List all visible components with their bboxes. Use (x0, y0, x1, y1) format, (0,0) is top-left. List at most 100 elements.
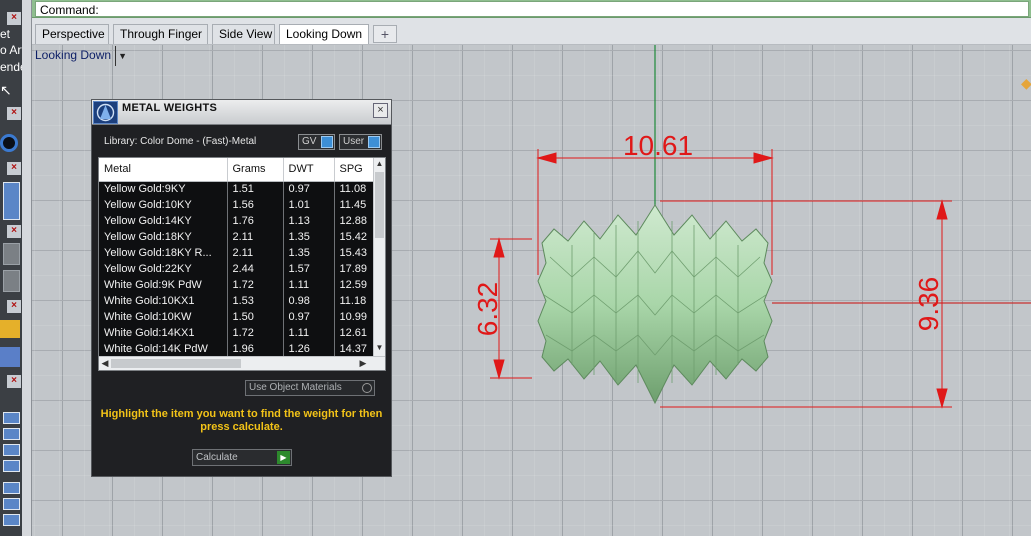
metal-table[interactable]: Metal Grams DWT SPG Yellow Gold:9KY 1.51 0… (98, 157, 386, 371)
scroll-right-icon[interactable]: ▶ (357, 357, 369, 370)
close-icon[interactable]: × (7, 300, 21, 313)
right-height-dimension-label: 9.36 (913, 277, 944, 332)
tab-through-finger[interactable]: Through Finger (113, 24, 208, 44)
table-cell: White Gold:10KX1 (99, 293, 228, 309)
vertical-scrollbar[interactable]: ▲ ▼ (373, 158, 385, 356)
scroll-down-icon[interactable]: ▼ (374, 343, 385, 355)
toolbar-label: o Art (0, 43, 22, 57)
circle-tool-icon[interactable] (0, 134, 18, 152)
horizontal-scrollbar[interactable]: ◀ ▶ (99, 356, 385, 370)
metal-weights-icon[interactable] (0, 347, 20, 367)
layer-tool-icon[interactable] (3, 444, 20, 456)
table-cell: 1.13 (283, 213, 335, 229)
play-icon: ▶ (277, 451, 290, 464)
layer-tool-icon[interactable] (3, 460, 20, 472)
close-button[interactable]: × (373, 103, 388, 118)
tab-perspective[interactable]: Perspective (35, 24, 109, 44)
command-label: Command: (40, 3, 99, 17)
grid-tool-icon[interactable] (3, 270, 20, 292)
table-cell: 1.11 (283, 325, 335, 341)
scroll-thumb[interactable] (375, 172, 384, 238)
use-object-materials-label: Use Object Materials (249, 382, 342, 393)
column-header-grams[interactable]: Grams (227, 158, 284, 182)
view-selector[interactable]: Looking Down ▼ (35, 45, 127, 66)
chevron-down-icon[interactable]: ▼ (115, 46, 127, 66)
table-cell: 1.35 (283, 245, 335, 261)
table-row[interactable]: Yellow Gold:9KY 1.51 0.97 11.08 (99, 181, 385, 197)
table-row[interactable]: White Gold:14KX1 1.72 1.11 12.61 (99, 325, 385, 341)
table-row[interactable]: White Gold:9K PdW 1.72 1.11 12.59 (99, 277, 385, 293)
scroll-up-icon[interactable]: ▲ (374, 159, 385, 171)
table-cell: 1.51 (227, 181, 284, 197)
layer-tool-icon[interactable] (3, 482, 20, 494)
table-cell: 1.01 (283, 197, 335, 213)
table-cell: White Gold:14K PdW (99, 341, 228, 357)
table-row[interactable]: White Gold:10KW 1.50 0.97 10.99 (99, 309, 385, 325)
metal-weights-panel: METAL WEIGHTS × Library: Color Dome - (F… (91, 99, 392, 477)
command-bar: Command: (32, 0, 1031, 18)
left-height-dimension-label: 6.32 (472, 282, 503, 337)
panel-tool-icon[interactable] (3, 182, 20, 220)
layer-tool-icon[interactable] (3, 412, 20, 424)
use-object-materials-toggle[interactable]: Use Object Materials (245, 380, 375, 396)
table-cell: 2.11 (227, 245, 284, 261)
panel-titlebar[interactable]: METAL WEIGHTS × (92, 100, 391, 125)
table-row[interactable]: Yellow Gold:18KY 2.11 1.35 15.42 (99, 229, 385, 245)
panel-title: METAL WEIGHTS (122, 102, 218, 114)
table-cell: 1.72 (227, 277, 284, 293)
table-cell: 1.56 (227, 197, 284, 213)
layer-tool-icon[interactable] (3, 498, 20, 510)
instruction-text: Highlight the item you want to find the … (100, 408, 383, 433)
ring-model[interactable] (537, 204, 773, 405)
gv-toggle[interactable]: GV (298, 134, 335, 150)
table-cell: 1.35 (283, 229, 335, 245)
add-tab-button[interactable]: + (373, 25, 397, 43)
table-cell: 1.50 (227, 309, 284, 325)
close-icon[interactable]: × (7, 225, 21, 238)
close-icon[interactable]: × (7, 12, 21, 25)
tool-button[interactable] (3, 243, 20, 265)
table-row[interactable]: Yellow Gold:22KY 2.44 1.57 17.89 (99, 261, 385, 277)
toolbar-label: et (0, 27, 11, 41)
table-cell: White Gold:9K PdW (99, 277, 228, 293)
calculate-button[interactable]: Calculate ▶ (192, 449, 292, 466)
layer-tool-icon[interactable] (3, 514, 20, 526)
close-icon[interactable]: × (7, 107, 21, 120)
scroll-left-icon[interactable]: ◀ (99, 357, 111, 370)
calculator-icon[interactable] (0, 320, 20, 338)
cursor-tool-icon[interactable]: ↖ (0, 82, 12, 99)
table-cell: 2.11 (227, 229, 284, 245)
close-icon[interactable]: × (7, 375, 21, 388)
tab-side-view[interactable]: Side View (212, 24, 275, 44)
table-cell: 1.76 (227, 213, 284, 229)
layer-tool-icon[interactable] (3, 428, 20, 440)
viewport-tabs: Perspective Through Finger Side View Loo… (32, 18, 1031, 45)
library-label: Library: Color Dome - (Fast)-Metal (104, 136, 257, 147)
table-row[interactable]: White Gold:10KX1 1.53 0.98 11.18 (99, 293, 385, 309)
table-cell: 1.72 (227, 325, 284, 341)
toolbar-splitter[interactable] (22, 0, 32, 536)
left-toolbar: et o Art ender × ↖ × × × × × (0, 0, 22, 536)
table-row[interactable]: Yellow Gold:18KY R... 2.11 1.35 15.43 (99, 245, 385, 261)
column-header-dwt[interactable]: DWT (283, 158, 335, 182)
table-cell: 0.97 (283, 309, 335, 325)
table-row[interactable]: White Gold:14K PdW 1.96 1.26 14.37 (99, 341, 385, 357)
table-header-row: Metal Grams DWT SPG (99, 158, 385, 182)
command-input[interactable]: Command: (35, 1, 1029, 17)
radio-icon (362, 383, 372, 393)
column-header-metal[interactable]: Metal (99, 158, 228, 182)
tab-looking-down[interactable]: Looking Down (279, 24, 369, 44)
user-toggle-label: User (343, 136, 365, 147)
table-cell: 1.11 (283, 277, 335, 293)
scroll-thumb[interactable] (111, 359, 241, 368)
navigation-cube-icon[interactable]: ◆ (1021, 75, 1031, 91)
table-row[interactable]: Yellow Gold:10KY 1.56 1.01 11.45 (99, 197, 385, 213)
width-dimension-label: 10.61 (623, 130, 693, 161)
toggle-knob-icon (368, 136, 380, 148)
user-toggle[interactable]: User (339, 134, 382, 150)
table-cell: 1.26 (283, 341, 335, 357)
table-row[interactable]: Yellow Gold:14KY 1.76 1.13 12.88 (99, 213, 385, 229)
close-icon[interactable]: × (7, 162, 21, 175)
table-cell: 2.44 (227, 261, 284, 277)
table-cell: 1.53 (227, 293, 284, 309)
